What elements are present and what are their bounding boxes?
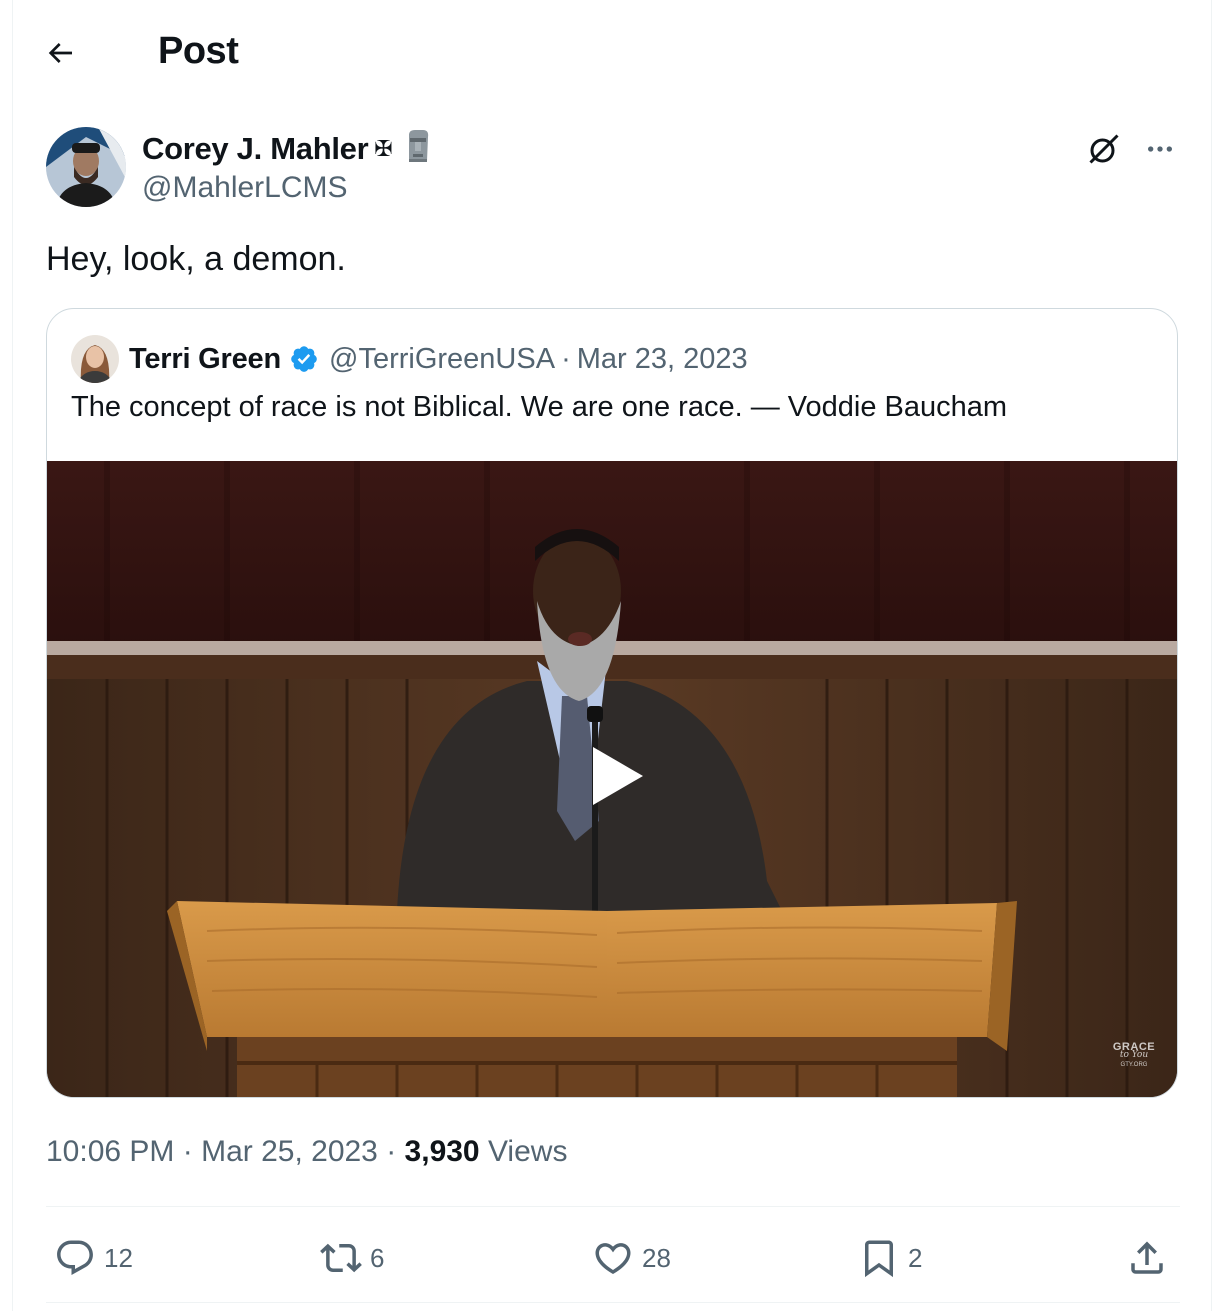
quote-text: The concept of race is not Biblical. We … bbox=[71, 391, 1008, 423]
divider bbox=[46, 1206, 1180, 1207]
video-watermark: GRACE to You GTY.ORG bbox=[1111, 1041, 1157, 1068]
tweet-author: Corey J. Mahler ✠ @MahlerLCMS bbox=[46, 127, 1180, 209]
quote-header: Terri Green @TerriGreenUSA · Mar 23, 202… bbox=[71, 333, 748, 385]
repost-count: 6 bbox=[370, 1242, 385, 1273]
reply-icon bbox=[57, 1240, 93, 1275]
bookmark-icon bbox=[865, 1240, 893, 1278]
quoted-tweet[interactable]: Terri Green @TerriGreenUSA · Mar 23, 202… bbox=[46, 308, 1178, 1098]
back-button[interactable] bbox=[40, 33, 80, 73]
quote-date: Mar 23, 2023 bbox=[576, 342, 748, 375]
page-header: Post bbox=[46, 28, 239, 78]
grok-button[interactable] bbox=[1084, 129, 1124, 169]
tweet-meta: 10:06 PM · Mar 25, 2023 · 3,930 Views bbox=[46, 1135, 567, 1169]
bookmark-button[interactable]: 2 bbox=[858, 1230, 922, 1286]
meta-separator: · bbox=[182, 1135, 202, 1168]
quote-author-name: Terri Green bbox=[129, 342, 281, 375]
divider bbox=[46, 1302, 1180, 1303]
author-name-line: Corey J. Mahler ✠ bbox=[142, 129, 433, 168]
author-cross-emoji: ✠ bbox=[374, 135, 393, 161]
bookmark-count: 2 bbox=[908, 1242, 923, 1273]
author-name[interactable]: Corey J. Mahler bbox=[142, 131, 369, 167]
repost-button[interactable]: 6 bbox=[320, 1230, 384, 1286]
more-icon bbox=[1148, 146, 1172, 152]
page-title: Post bbox=[158, 30, 239, 72]
reply-button[interactable]: 12 bbox=[54, 1230, 133, 1286]
author-avatar[interactable] bbox=[46, 127, 126, 207]
author-handle[interactable]: @MahlerLCMS bbox=[142, 171, 348, 205]
repost-icon bbox=[320, 1243, 362, 1273]
reply-count: 12 bbox=[104, 1242, 133, 1273]
verified-icon bbox=[289, 344, 319, 374]
watermark-bottom: GTY.ORG bbox=[1120, 1062, 1148, 1068]
tweet-text: Hey, look, a demon. bbox=[46, 240, 346, 278]
more-button[interactable] bbox=[1140, 129, 1180, 169]
share-icon bbox=[1131, 1241, 1163, 1274]
share-button[interactable] bbox=[1126, 1230, 1168, 1286]
moai-icon bbox=[403, 129, 433, 168]
like-button[interactable]: 28 bbox=[592, 1230, 671, 1286]
back-arrow-icon bbox=[48, 43, 72, 63]
quote-separator: · bbox=[561, 342, 571, 375]
quote-author-avatar bbox=[71, 335, 119, 383]
tweet-time[interactable]: 10:06 PM bbox=[46, 1135, 174, 1168]
views-count: 3,930 bbox=[404, 1135, 480, 1168]
like-icon bbox=[595, 1243, 631, 1275]
action-bar: 12 6 28 2 bbox=[46, 1230, 1180, 1286]
play-icon bbox=[593, 747, 643, 805]
quote-author-handle: @TerriGreenUSA bbox=[329, 342, 556, 375]
tweet-date[interactable]: Mar 25, 2023 bbox=[201, 1135, 378, 1168]
meta-separator: · bbox=[386, 1135, 405, 1168]
quote-video[interactable]: GRACE to You GTY.ORG bbox=[47, 461, 1177, 1097]
like-count: 28 bbox=[642, 1242, 671, 1273]
grok-icon bbox=[1089, 134, 1119, 164]
play-button[interactable] bbox=[587, 743, 647, 809]
views-label: Views bbox=[487, 1135, 568, 1168]
